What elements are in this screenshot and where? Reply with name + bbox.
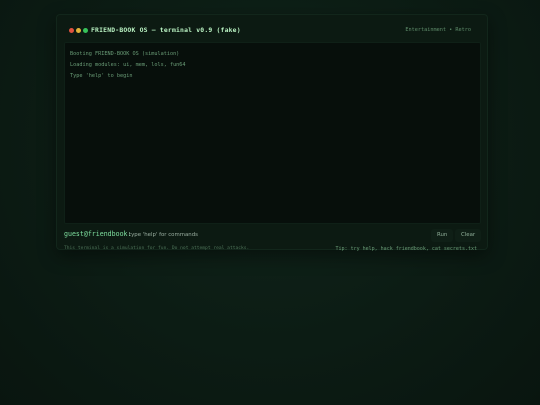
terminal-line: Booting FRIEND-BOOK OS (simulation): [70, 51, 180, 57]
minimize-dot-icon[interactable]: [76, 28, 81, 33]
category-badge: Entertainment • Retro: [405, 27, 471, 33]
close-dot-icon[interactable]: [69, 28, 74, 33]
terminal-window: FRIEND-BOOK OS — terminal v0.9 (fake) En…: [56, 14, 488, 252]
run-button[interactable]: Run: [431, 229, 454, 242]
terminal-line: Loading modules: ui, mem, lols, fun64: [70, 62, 186, 68]
terminal-line: Type 'help' to begin: [70, 73, 133, 79]
window-titlebar: FRIEND-BOOK OS — terminal v0.9 (fake) En…: [57, 15, 487, 45]
disclaimer-text: This terminal is a simulation for fun. D…: [64, 246, 250, 251]
clear-button[interactable]: Clear: [455, 229, 482, 242]
terminal-output[interactable]: Booting FRIEND-BOOK OS (simulation) Load…: [64, 42, 481, 224]
window-title: FRIEND-BOOK OS — terminal v0.9 (fake): [91, 26, 241, 34]
maximize-dot-icon[interactable]: [83, 28, 88, 33]
command-input[interactable]: [129, 229, 379, 240]
tip-text: Tip: try help, hack friendbook, cat secr…: [335, 246, 477, 252]
command-prompt: guest@friendbook:: [64, 230, 132, 238]
